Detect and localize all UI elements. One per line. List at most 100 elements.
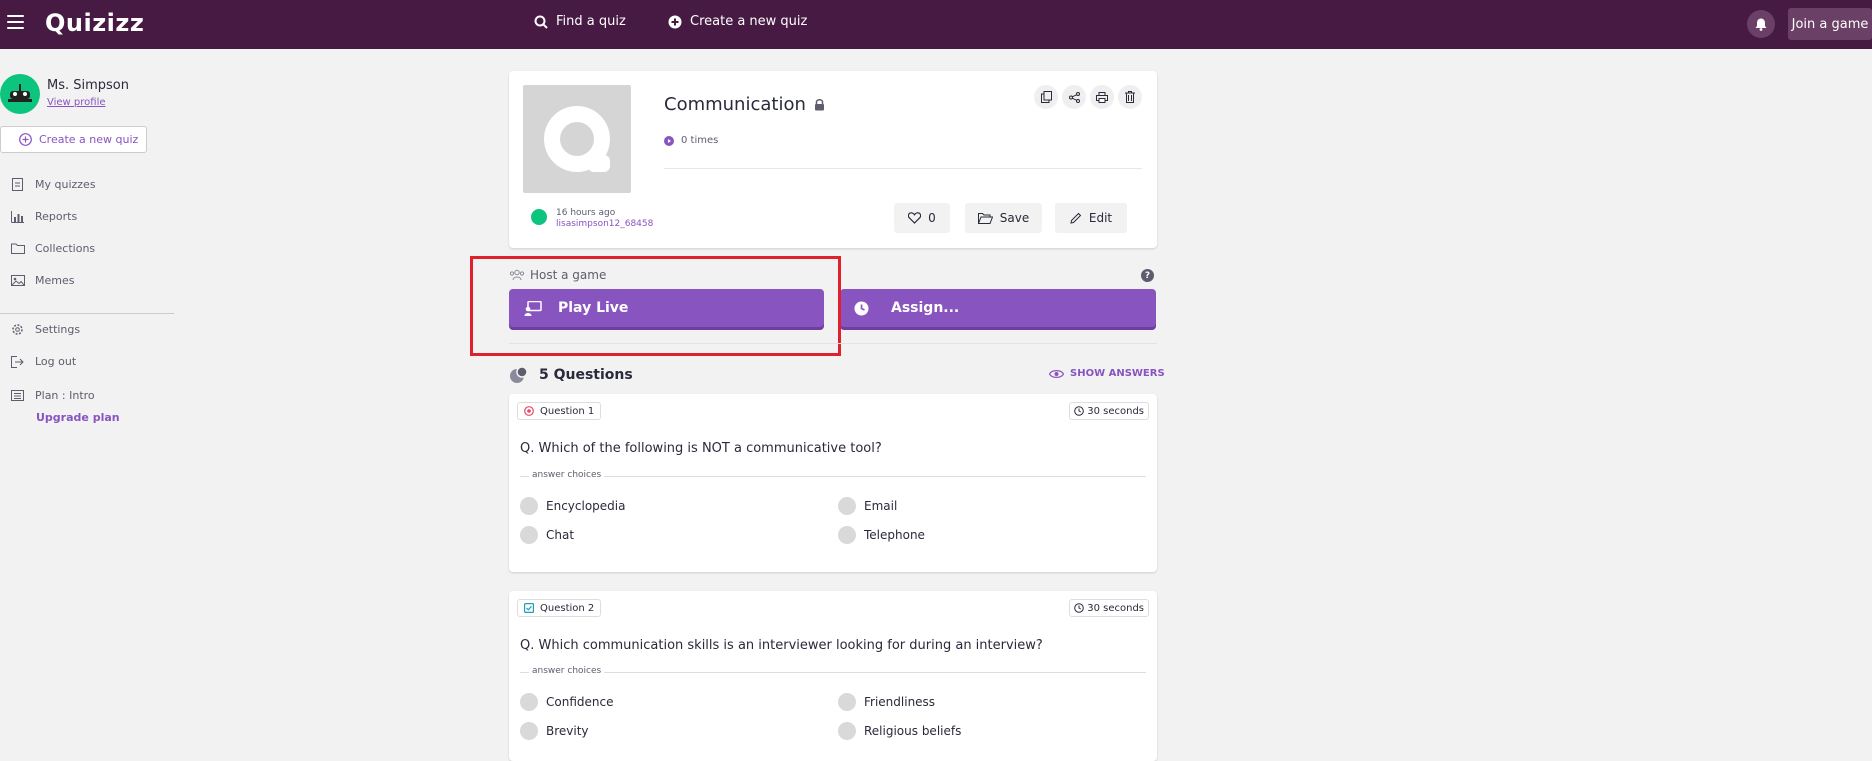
save-button[interactable]: Save (965, 203, 1042, 233)
sidebar-item-label: Settings (35, 323, 81, 336)
answer-choice: Telephone (838, 526, 925, 544)
edit-button[interactable]: Edit (1055, 203, 1127, 233)
sidebar-item-memes[interactable]: Memes (10, 273, 74, 288)
play-circle-icon (664, 135, 674, 146)
sidebar-item-settings[interactable]: Settings (10, 322, 80, 337)
choice-text: Religious beliefs (864, 724, 962, 738)
plus-circle-icon (19, 133, 32, 146)
show-answers-button[interactable]: SHOW ANSWERS (1049, 368, 1165, 379)
answer-choice: Confidence (520, 693, 613, 711)
sidebar-create-quiz-button[interactable]: Create a new quiz (0, 126, 147, 153)
save-label: Save (999, 211, 1030, 225)
sidebar-item-my-quizzes[interactable]: My quizzes (10, 177, 96, 192)
choice-text: Chat (546, 528, 575, 542)
edit-label: Edit (1088, 211, 1113, 225)
quiz-title-text: Communication (664, 94, 806, 115)
choice-text: Telephone (864, 528, 925, 542)
lock-icon (814, 99, 824, 111)
radio-circle (520, 722, 538, 740)
join-game-button[interactable]: Join a game (1788, 8, 1872, 40)
question-count: 5 Questions (539, 367, 633, 383)
view-profile-link[interactable]: View profile (47, 97, 106, 108)
plan-list-icon (10, 388, 25, 403)
radio-circle (838, 693, 856, 711)
like-count: 0 (928, 211, 936, 225)
duplicate-button[interactable] (1034, 85, 1058, 109)
copy-icon (1040, 91, 1052, 103)
answer-choices-label: answer choices (529, 666, 605, 676)
created-time: 16 hours ago (556, 208, 616, 218)
choice-text: Encyclopedia (546, 499, 626, 513)
checkbox-icon (524, 603, 534, 613)
create-quiz-label: Create a new quiz (39, 133, 139, 146)
find-quiz-label: Find a quiz (556, 14, 626, 29)
play-count-text: 0 times (681, 135, 719, 146)
menu-icon[interactable] (7, 15, 24, 29)
answer-choice: Encyclopedia (520, 497, 625, 515)
find-quiz-link[interactable]: Find a quiz (534, 14, 626, 29)
like-button[interactable]: 0 (894, 203, 950, 233)
answer-choice: Email (838, 497, 897, 515)
answer-choices-divider (520, 476, 1146, 477)
answer-choice: Friendliness (838, 693, 935, 711)
assign-button[interactable]: Assign... (840, 289, 1156, 327)
search-icon (534, 15, 548, 29)
eye-icon (1049, 369, 1064, 378)
create-quiz-link[interactable]: Create a new quiz (668, 14, 807, 29)
question-card[interactable]: Question 2 30 seconds Q. Which communica… (509, 591, 1157, 761)
bell-icon (1755, 18, 1767, 31)
plus-circle-icon (668, 15, 682, 28)
avatar[interactable] (0, 74, 40, 114)
section-divider (509, 343, 1157, 344)
radio-circle (838, 497, 856, 515)
document-icon (10, 177, 25, 192)
gear-icon (10, 322, 25, 337)
upgrade-plan-link[interactable]: Upgrade plan (36, 411, 120, 424)
plan-label: Plan : Intro (35, 389, 95, 402)
top-nav-bar: Quizizz Find a quiz Create a new quiz Jo… (0, 0, 1872, 49)
folder-icon (10, 241, 25, 256)
share-button[interactable] (1062, 85, 1086, 109)
trash-icon (1125, 91, 1135, 103)
printer-icon (1096, 91, 1108, 103)
question-text: Q. Which communication skills is an inte… (520, 638, 1043, 653)
sidebar-item-label: Collections (35, 242, 96, 255)
pencil-icon (1070, 212, 1082, 224)
questions-icon (510, 366, 528, 383)
sidebar-item-logout[interactable]: Log out (10, 354, 76, 369)
sidebar-item-collections[interactable]: Collections (10, 241, 95, 256)
question-time-text: 30 seconds (1087, 405, 1144, 417)
highlight-box (470, 256, 841, 356)
question-card[interactable]: Question 1 30 seconds Q. Which of the fo… (509, 394, 1157, 572)
question-count-heading: 5 Questions (509, 366, 633, 384)
card-divider (664, 168, 1142, 169)
notification-bell-button[interactable] (1747, 10, 1775, 38)
sidebar-item-reports[interactable]: Reports (10, 209, 77, 224)
answer-choices-label: answer choices (529, 470, 605, 480)
create-quiz-label: Create a new quiz (690, 14, 808, 29)
user-name: Ms. Simpson (47, 78, 129, 93)
radio-circle (520, 526, 538, 544)
bar-chart-icon (10, 209, 25, 224)
show-answers-label: SHOW ANSWERS (1070, 368, 1165, 379)
image-icon (10, 273, 25, 288)
question-time-text: 30 seconds (1087, 602, 1144, 614)
clock-icon (1074, 603, 1085, 613)
delete-button[interactable] (1118, 85, 1142, 109)
clock-icon (854, 301, 869, 315)
quizizz-logo[interactable]: Quizizz (45, 9, 144, 37)
question-number: Question 1 (540, 405, 595, 417)
question-time: 30 seconds (1069, 402, 1149, 420)
folder-open-icon (977, 212, 993, 224)
sidebar-item-plan: Plan : Intro (10, 388, 95, 403)
sidebar-item-label: Log out (35, 355, 77, 368)
play-count: 0 times (664, 135, 718, 146)
question-tag: Question 1 (517, 402, 602, 420)
choice-text: Friendliness (864, 695, 936, 709)
author-link[interactable]: lisasimpson12_68458 (556, 219, 653, 229)
radio-circle (838, 722, 856, 740)
help-icon[interactable]: ? (1141, 269, 1154, 282)
answer-choice: Religious beliefs (838, 722, 961, 740)
question-tag: Question 2 (517, 599, 602, 617)
print-button[interactable] (1090, 85, 1114, 109)
